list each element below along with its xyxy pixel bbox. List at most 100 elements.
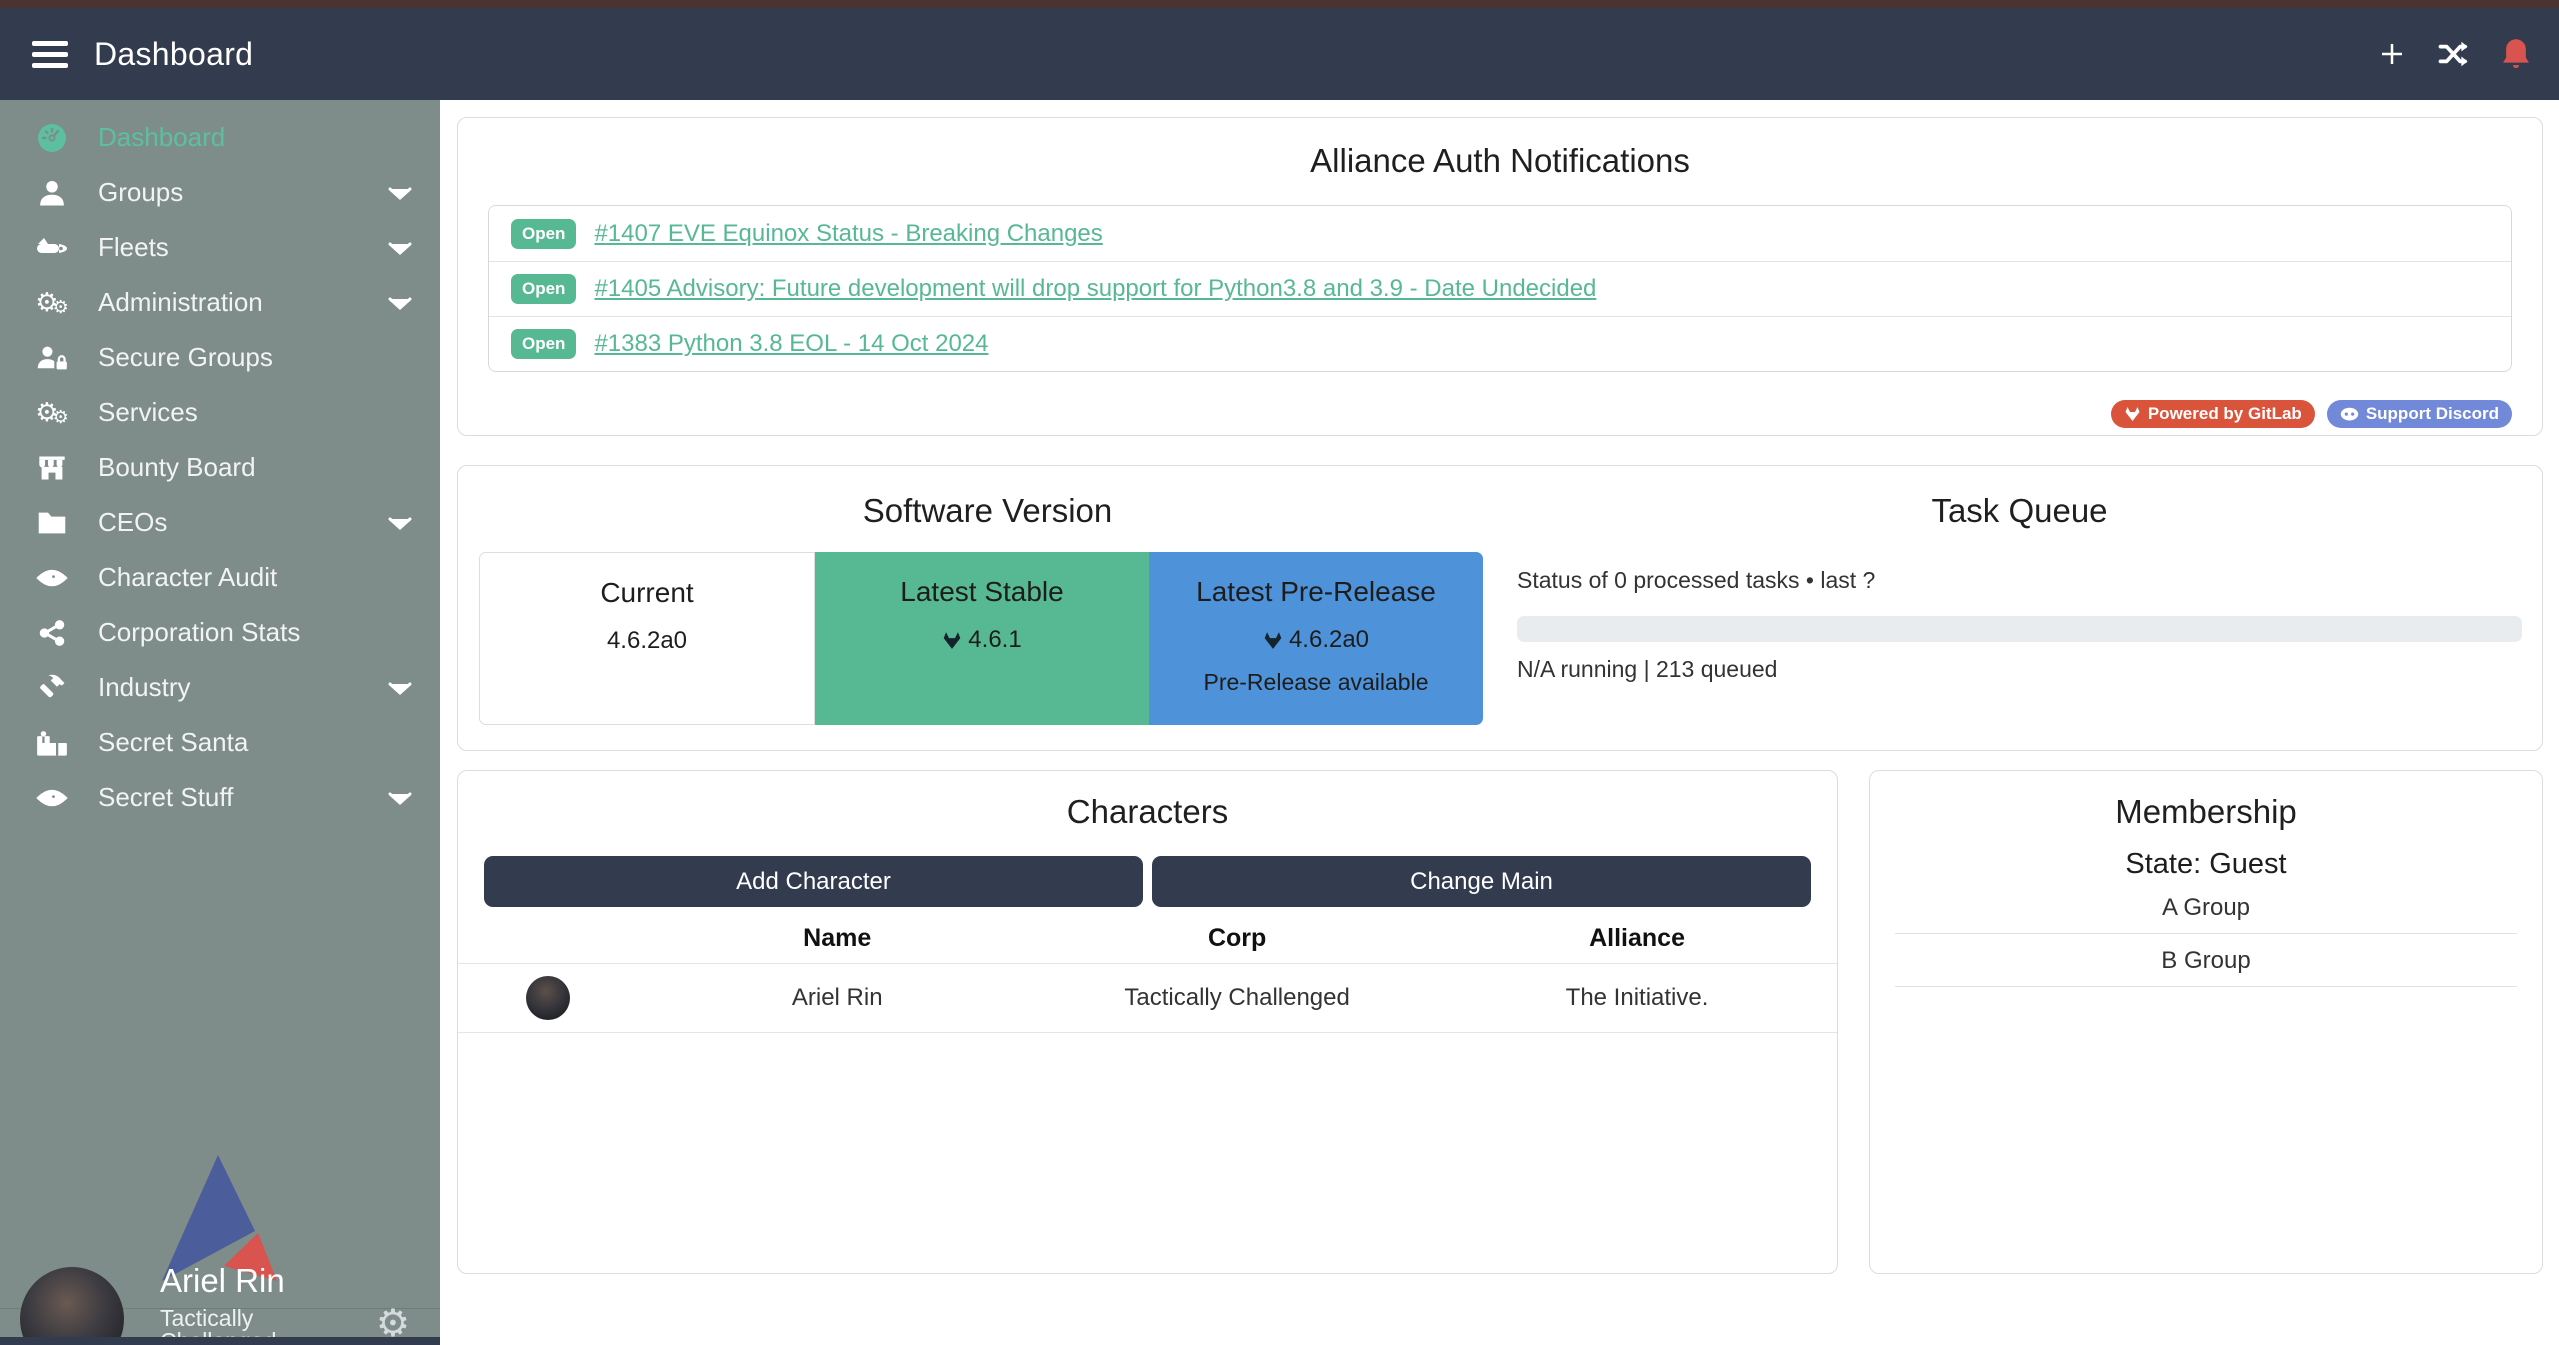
plus-icon[interactable] (2375, 37, 2409, 71)
sidebar-item-groups[interactable]: Groups (0, 165, 440, 220)
sidebar-item-secret-santa[interactable]: Secret Santa (0, 715, 440, 770)
page-title: Dashboard (94, 36, 253, 73)
shuttle-icon (30, 234, 74, 262)
hammer-icon (30, 673, 74, 703)
sidebar-item-industry[interactable]: Industry (0, 660, 440, 715)
sidebar-item-label: Character Audit (98, 562, 412, 593)
sidebar-item-secure-groups[interactable]: Secure Groups (0, 330, 440, 385)
alliance-auth-dashboard: Dashboard (0, 0, 2559, 1345)
membership-group: A Group (1895, 881, 2517, 934)
sidebar-item-label: Industry (98, 672, 388, 703)
sidebar-item-label: CEOs (98, 507, 388, 538)
chevron-down-icon (388, 232, 412, 263)
sidebar-item-label: Groups (98, 177, 388, 208)
sidebar-nav: Dashboard Groups Fleets (0, 100, 440, 825)
notifications-footer: Powered by GitLab Support Discord (488, 400, 2512, 428)
sidebar-item-label: Secret Santa (98, 727, 412, 758)
share-icon (30, 619, 74, 647)
sidebar-item-character-audit[interactable]: Character Audit (0, 550, 440, 605)
sidebar: Dashboard Groups Fleets (0, 100, 440, 1345)
user-lock-icon (30, 343, 74, 373)
notifications-title: Alliance Auth Notifications (458, 118, 2542, 180)
sidebar-item-label: Corporation Stats (98, 617, 412, 648)
notification-link[interactable]: #1383 Python 3.8 EOL - 14 Oct 2024 (594, 330, 988, 358)
chevron-down-icon (388, 782, 412, 813)
software-version-column: Software Version Current 4.6.2a0 Latest … (458, 466, 1517, 750)
user-panel: Ariel Rin Tactically Challenged The Init… (0, 1308, 440, 1337)
add-character-button[interactable]: Add Character (484, 856, 1143, 907)
notifications-list: Open #1407 EVE Equinox Status - Breaking… (488, 205, 2512, 372)
character-corp: Tactically Challenged (1037, 984, 1437, 1012)
notification-row: Open #1383 Python 3.8 EOL - 14 Oct 2024 (489, 316, 2511, 371)
sidebar-item-fleets[interactable]: Fleets (0, 220, 440, 275)
membership-title: Membership (1870, 771, 2542, 831)
task-queue-counts: N/A running | 213 queued (1517, 656, 2522, 683)
header-alliance: Alliance (1437, 924, 1837, 953)
notification-link[interactable]: #1407 EVE Equinox Status - Breaking Chan… (594, 220, 1102, 248)
status-badge: Open (511, 274, 576, 304)
notification-row: Open #1405 Advisory: Future development … (489, 261, 2511, 316)
membership-state: State: Guest (1870, 848, 2542, 881)
sidebar-item-label: Services (98, 397, 412, 428)
powered-by-gitlab-badge[interactable]: Powered by GitLab (2111, 400, 2315, 428)
top-navbar: Dashboard (0, 0, 2559, 100)
gauge-icon (30, 122, 74, 154)
version-table: Current 4.6.2a0 Latest Stable 4.6.1 Late… (479, 552, 1483, 725)
software-version-title: Software Version (458, 466, 1517, 530)
header-name: Name (637, 924, 1037, 953)
user-avatar (20, 1267, 132, 1345)
sidebar-item-label: Secure Groups (98, 342, 412, 373)
gears-icon: ⚙⚙ (30, 399, 74, 427)
header-corp: Corp (1037, 924, 1437, 953)
task-queue-column: Task Queue Status of 0 processed tasks •… (1517, 466, 2542, 750)
gears-icon: ⚙⚙ (30, 289, 74, 317)
notification-link[interactable]: #1405 Advisory: Future development will … (594, 275, 1596, 303)
navbar-actions (2375, 37, 2533, 71)
support-discord-badge[interactable]: Support Discord (2327, 400, 2512, 428)
sidebar-item-label: Administration (98, 287, 388, 318)
sidebar-item-corporation-stats[interactable]: Corporation Stats (0, 605, 440, 660)
membership-card: Membership State: Guest A Group B Group (1869, 770, 2543, 1274)
sidebar-item-services[interactable]: ⚙⚙ Services (0, 385, 440, 440)
gitlab-tanuki-icon (2124, 406, 2141, 422)
version-prerelease-cell: Latest Pre-Release 4.6.2a0 Pre-Release a… (1149, 552, 1483, 725)
sidebar-item-ceos[interactable]: CEOs (0, 495, 440, 550)
character-portrait (526, 976, 570, 1020)
sidebar-item-label: Secret Stuff (98, 782, 388, 813)
version-stable-cell: Latest Stable 4.6.1 (815, 552, 1149, 725)
folder-icon (30, 510, 74, 536)
sidebar-item-dashboard[interactable]: Dashboard (0, 110, 440, 165)
menu-icon[interactable] (32, 41, 68, 68)
notification-row: Open #1407 EVE Equinox Status - Breaking… (489, 206, 2511, 261)
eye-icon (30, 786, 74, 810)
characters-buttons: Add Character Change Main (484, 856, 1811, 907)
status-badge: Open (511, 329, 576, 359)
character-alliance: The Initiative. (1437, 984, 1837, 1012)
eye-icon (30, 566, 74, 590)
chevron-down-icon (388, 177, 412, 208)
change-main-button[interactable]: Change Main (1152, 856, 1811, 907)
notifications-card: Alliance Auth Notifications Open #1407 E… (457, 117, 2543, 436)
store-icon (30, 454, 74, 482)
sidebar-item-label: Fleets (98, 232, 388, 263)
characters-table-header: Name Corp Alliance (458, 913, 1837, 963)
characters-table: Name Corp Alliance Ariel Rin Tactically … (458, 913, 1837, 1033)
chevron-down-icon (388, 287, 412, 318)
sidebar-item-label: Bounty Board (98, 452, 412, 483)
sidebar-item-administration[interactable]: ⚙⚙ Administration (0, 275, 440, 330)
discord-icon (2340, 407, 2359, 422)
user-icon (30, 178, 74, 208)
software-version-card: Software Version Current 4.6.2a0 Latest … (457, 465, 2543, 751)
sidebar-item-label: Dashboard (98, 122, 412, 153)
sidebar-item-bounty-board[interactable]: Bounty Board (0, 440, 440, 495)
main-content: Alliance Auth Notifications Open #1407 E… (440, 100, 2559, 1345)
sidebar-bottom-strip (0, 1337, 440, 1345)
gifts-icon (30, 729, 74, 757)
shuffle-icon[interactable] (2437, 37, 2471, 71)
gitlab-tanuki-icon (942, 631, 962, 650)
bell-icon[interactable] (2499, 37, 2533, 71)
task-queue-progress-bar (1517, 616, 2522, 642)
status-badge: Open (511, 219, 576, 249)
sidebar-item-secret-stuff[interactable]: Secret Stuff (0, 770, 440, 825)
user-meta: Ariel Rin Tactically Challenged The Init… (160, 1264, 376, 1345)
